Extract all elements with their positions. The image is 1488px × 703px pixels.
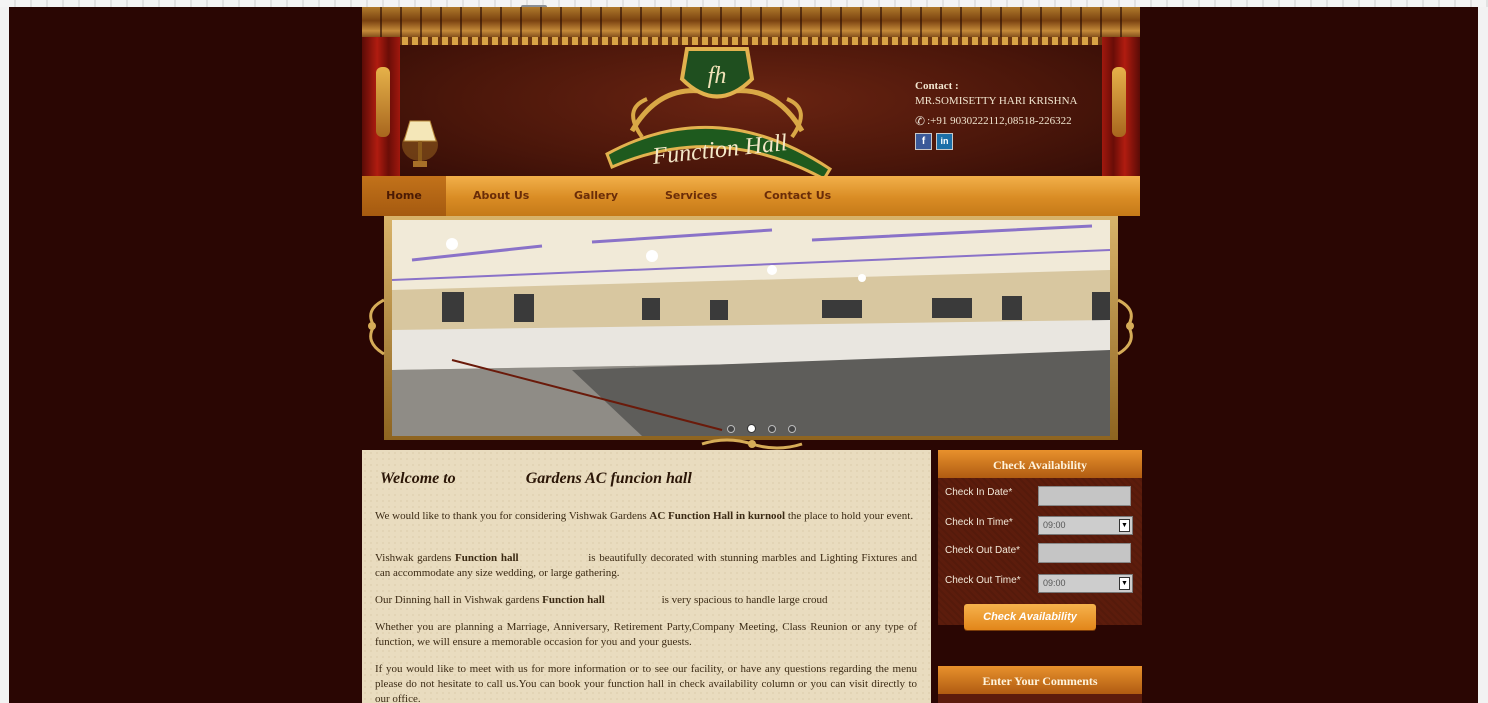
check-availability-title: Check Availability: [938, 450, 1142, 478]
check-out-time-label: Check Out Time*: [945, 575, 1021, 586]
p1-text: We would like to thank you for consideri…: [375, 510, 650, 522]
check-in-time-select[interactable]: 09:00 ▼: [1038, 516, 1133, 535]
p1-bold: AC Function Hall in kurnool: [649, 510, 786, 522]
comments-title: Enter Your Comments: [938, 666, 1142, 694]
right-margin-strip: [1478, 7, 1488, 703]
svg-text:fh: fh: [708, 63, 727, 89]
nav-item-gallery[interactable]: Gallery: [574, 176, 618, 216]
chevron-down-icon[interactable]: ▼: [1119, 577, 1130, 590]
check-out-time-value: 09:00: [1043, 578, 1066, 588]
nav-item-about-us[interactable]: About Us: [473, 176, 529, 216]
contact-name: MR.SOMISETTY HARI KRISHNA: [915, 95, 1078, 107]
welcome-heading: Welcome to Gardens AC funcion hall: [380, 470, 692, 488]
check-in-time-label: Check In Time*: [945, 517, 1013, 528]
check-in-date-label: Check In Date*: [945, 487, 1013, 498]
check-out-date-field[interactable]: [1038, 543, 1131, 563]
check-out-time-select[interactable]: 09:00 ▼: [1038, 574, 1133, 593]
welcome-prefix: Welcome to: [380, 470, 456, 487]
slider-dot-2[interactable]: [747, 424, 756, 433]
check-availability-panel: Check Availability Check In Date* Check …: [938, 450, 1142, 630]
function-hall-logo: fh Function Hall: [605, 47, 832, 176]
comments-panel: Enter Your Comments: [938, 666, 1142, 703]
p1-text-end: the place to hold your event.: [785, 510, 914, 522]
facebook-icon[interactable]: f: [915, 133, 932, 150]
nav-item-contact-us[interactable]: Contact Us: [764, 176, 831, 216]
slider-dot-4[interactable]: [788, 424, 796, 433]
social-links: f in: [915, 133, 1077, 150]
welcome-section: Welcome to Gardens AC funcion hall We wou…: [362, 450, 931, 703]
chevron-down-icon[interactable]: ▼: [1119, 519, 1130, 532]
slider-dot-3[interactable]: [768, 424, 776, 433]
paragraph-contact: If you would like to meet with us for mo…: [375, 663, 917, 703]
phone-icon: ✆: [915, 114, 926, 128]
linkedin-icon[interactable]: in: [936, 133, 953, 150]
nav-item-services[interactable]: Services: [665, 176, 717, 216]
paragraph-decor: Vishwak gardens Function hall is beautif…: [375, 551, 917, 581]
p2-text: Vishwak gardens: [375, 552, 455, 564]
check-out-date-label: Check Out Date*: [945, 545, 1021, 556]
image-slider: [362, 216, 1140, 452]
paragraph-dining: Our Dinning hall in Vishwak gardens Func…: [375, 593, 917, 608]
welcome-suffix: Gardens AC funcion hall: [525, 470, 692, 487]
ornament-right-icon: [1117, 298, 1134, 356]
browser-top-strip: [0, 0, 1488, 7]
p3-bold: Function hall: [542, 594, 605, 606]
header-frieze: [362, 7, 1140, 41]
p2-bold: Function hall: [455, 552, 519, 564]
contact-phone-row: ✆ :+91 9030222112,08518-226322: [915, 114, 1077, 129]
tassel-right: [1112, 67, 1126, 137]
site-header: fh Function Hall Contact : MR.SOMISETTY …: [362, 7, 1140, 176]
nav-item-home[interactable]: Home: [362, 176, 446, 216]
slide-image-hall: [392, 220, 1110, 436]
check-availability-button[interactable]: Check Availability: [964, 604, 1096, 630]
main-nav: Home About Us Gallery Services Contact U…: [362, 176, 1140, 216]
slider-dot-1[interactable]: [727, 424, 735, 433]
p3-text-end: is very spacious to handle large croud: [658, 594, 828, 606]
check-in-date-field[interactable]: [1038, 486, 1131, 506]
hall-photo: [392, 220, 1110, 436]
check-in-time-value: 09:00: [1043, 520, 1066, 530]
contact-phone: :+91 9030222112,08518-226322: [927, 115, 1072, 127]
ornament-left-icon: [368, 298, 385, 356]
slider-dots: [727, 424, 796, 433]
contact-block: Contact : MR.SOMISETTY HARI KRISHNA ✆ :+…: [915, 79, 1077, 150]
tassel-left: [376, 67, 390, 137]
paragraph-events: Whether you are planning a Marriage, Ann…: [375, 621, 917, 648]
paragraph-thanks: We would like to thank you for consideri…: [375, 509, 917, 524]
contact-label: Contact :: [915, 80, 959, 92]
p3-text: Our Dinning hall in Vishwak gardens: [375, 594, 543, 606]
left-margin-strip: [0, 7, 9, 703]
lamp-icon: [402, 120, 438, 167]
